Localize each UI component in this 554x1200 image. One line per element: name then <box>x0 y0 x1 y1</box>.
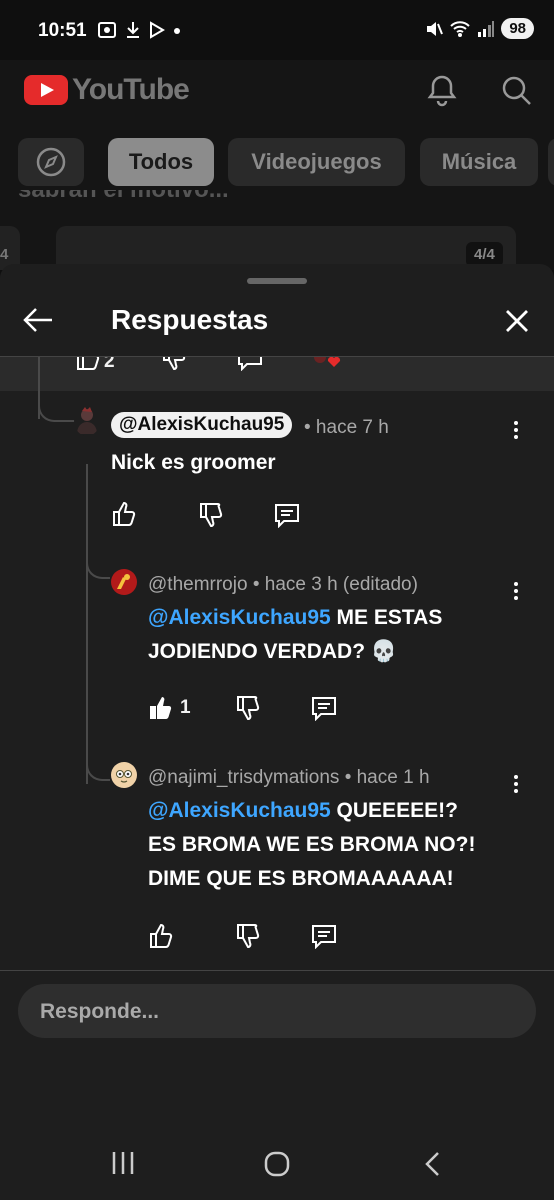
comment-time: • hace 1 h <box>344 767 430 788</box>
system-nav-bar <box>0 1130 554 1200</box>
reply-icon[interactable] <box>273 502 301 528</box>
creator-heart-icon <box>314 357 341 367</box>
like-icon[interactable] <box>147 923 173 949</box>
avatar-image <box>116 770 132 783</box>
wifi-icon <box>450 20 471 37</box>
partial-title: sabrán el motivo... <box>18 190 229 204</box>
dot-icon <box>174 28 180 34</box>
youtube-header: YouTube <box>0 60 554 122</box>
notification-icons <box>97 21 181 39</box>
comment-time: • hace 7 h <box>304 417 389 438</box>
compass-icon <box>36 147 66 177</box>
back-icon[interactable] <box>422 1150 444 1178</box>
more-options-icon[interactable] <box>513 418 519 442</box>
comment-text-line: ES BROMA WE ES BROMA NO?! <box>148 833 476 856</box>
avatar[interactable] <box>74 406 100 436</box>
more-options-icon[interactable] <box>513 772 519 796</box>
like-icon[interactable] <box>74 357 100 371</box>
background-feed: sabrán el motivo... 4 4/4 <box>0 190 554 270</box>
comment-handle[interactable]: @AlexisKuchau95 <box>111 412 293 438</box>
replies-sheet: Respuestas 2 @AlexisKuchau95 • hace 7 h … <box>0 264 554 1200</box>
avatar-image <box>77 407 97 434</box>
avatar[interactable] <box>111 569 137 595</box>
play-store-icon <box>150 21 165 39</box>
youtube-logo[interactable]: YouTube <box>24 73 190 107</box>
comment-handle[interactable]: @najimi_trisdymations <box>148 767 339 788</box>
status-bar: 10:51 98 <box>0 0 554 60</box>
comment-text-line: JODIENDO VERDAD? 💀 <box>148 640 398 663</box>
mute-icon <box>427 21 444 36</box>
chip-todos[interactable]: Todos <box>108 138 214 186</box>
chip-musica[interactable]: Música <box>420 138 538 186</box>
like-count: 2 <box>104 357 115 372</box>
like-icon[interactable] <box>110 501 136 527</box>
home-icon[interactable] <box>263 1150 291 1178</box>
sheet-title: Respuestas <box>111 304 269 335</box>
avatar-image <box>117 574 130 589</box>
chip-videojuegos[interactable]: Videojuegos <box>228 138 405 186</box>
chip-overflow[interactable] <box>548 138 554 186</box>
screenshot-icon <box>98 22 116 38</box>
comment-text-line: ME ESTAS <box>330 606 443 629</box>
signal-icon <box>478 20 495 37</box>
comment-meta: @themrrojo • hace 3 h (editado) <box>148 574 418 596</box>
battery-indicator: 98 <box>501 18 534 39</box>
thread-connector <box>86 761 110 781</box>
mention-link[interactable]: @AlexisKuchau95 <box>148 606 331 629</box>
comment-text-line: DIME QUE ES BROMAAAAAA! <box>148 867 454 890</box>
dislike-icon[interactable] <box>160 357 186 371</box>
reply-icon[interactable] <box>310 923 338 949</box>
system-icons: 98 <box>425 18 534 39</box>
comment-text: @AlexisKuchau95 ME ESTAS JODIENDO VERDAD… <box>148 601 442 669</box>
parent-comment-actions: 2 <box>0 357 554 391</box>
dislike-icon[interactable] <box>234 695 260 721</box>
comment-handle[interactable]: @themrrojo <box>148 574 248 595</box>
youtube-play-icon <box>24 75 68 105</box>
clock: 10:51 <box>38 20 87 41</box>
reply-icon[interactable] <box>310 695 338 721</box>
back-arrow-icon[interactable] <box>22 306 54 334</box>
bell-icon[interactable] <box>424 72 460 108</box>
logo-text: YouTube <box>72 73 190 106</box>
search-icon[interactable] <box>498 72 534 108</box>
comment-text: Nick es groomer <box>111 451 276 474</box>
dislike-icon[interactable] <box>197 502 223 528</box>
like-count: 1 <box>180 697 191 718</box>
download-icon <box>127 22 139 38</box>
close-icon[interactable] <box>504 308 530 334</box>
recent-apps-icon[interactable] <box>109 1150 137 1176</box>
thread-connector <box>86 559 110 579</box>
reply-icon[interactable] <box>236 357 264 371</box>
drag-handle[interactable] <box>247 278 307 284</box>
explore-chip[interactable] <box>18 138 84 186</box>
comment-text-line: QUEEEEE!? <box>330 799 458 822</box>
thread-line <box>86 464 88 784</box>
divider <box>0 970 554 971</box>
liked-icon[interactable] <box>147 695 173 721</box>
more-options-icon[interactable] <box>513 579 519 603</box>
left-badge: 4 <box>0 246 9 263</box>
avatar[interactable] <box>111 762 137 788</box>
comment-text: @AlexisKuchau95 QUEEEEE!? ES BROMA WE ES… <box>148 794 475 896</box>
comment-meta: @najimi_trisdymations • hace 1 h <box>148 767 430 789</box>
comment-time: • hace 3 h (editado) <box>252 574 418 595</box>
dislike-icon[interactable] <box>234 923 260 949</box>
mention-link[interactable]: @AlexisKuchau95 <box>148 799 331 822</box>
reply-input[interactable] <box>38 984 502 1040</box>
reply-box[interactable] <box>18 984 536 1040</box>
